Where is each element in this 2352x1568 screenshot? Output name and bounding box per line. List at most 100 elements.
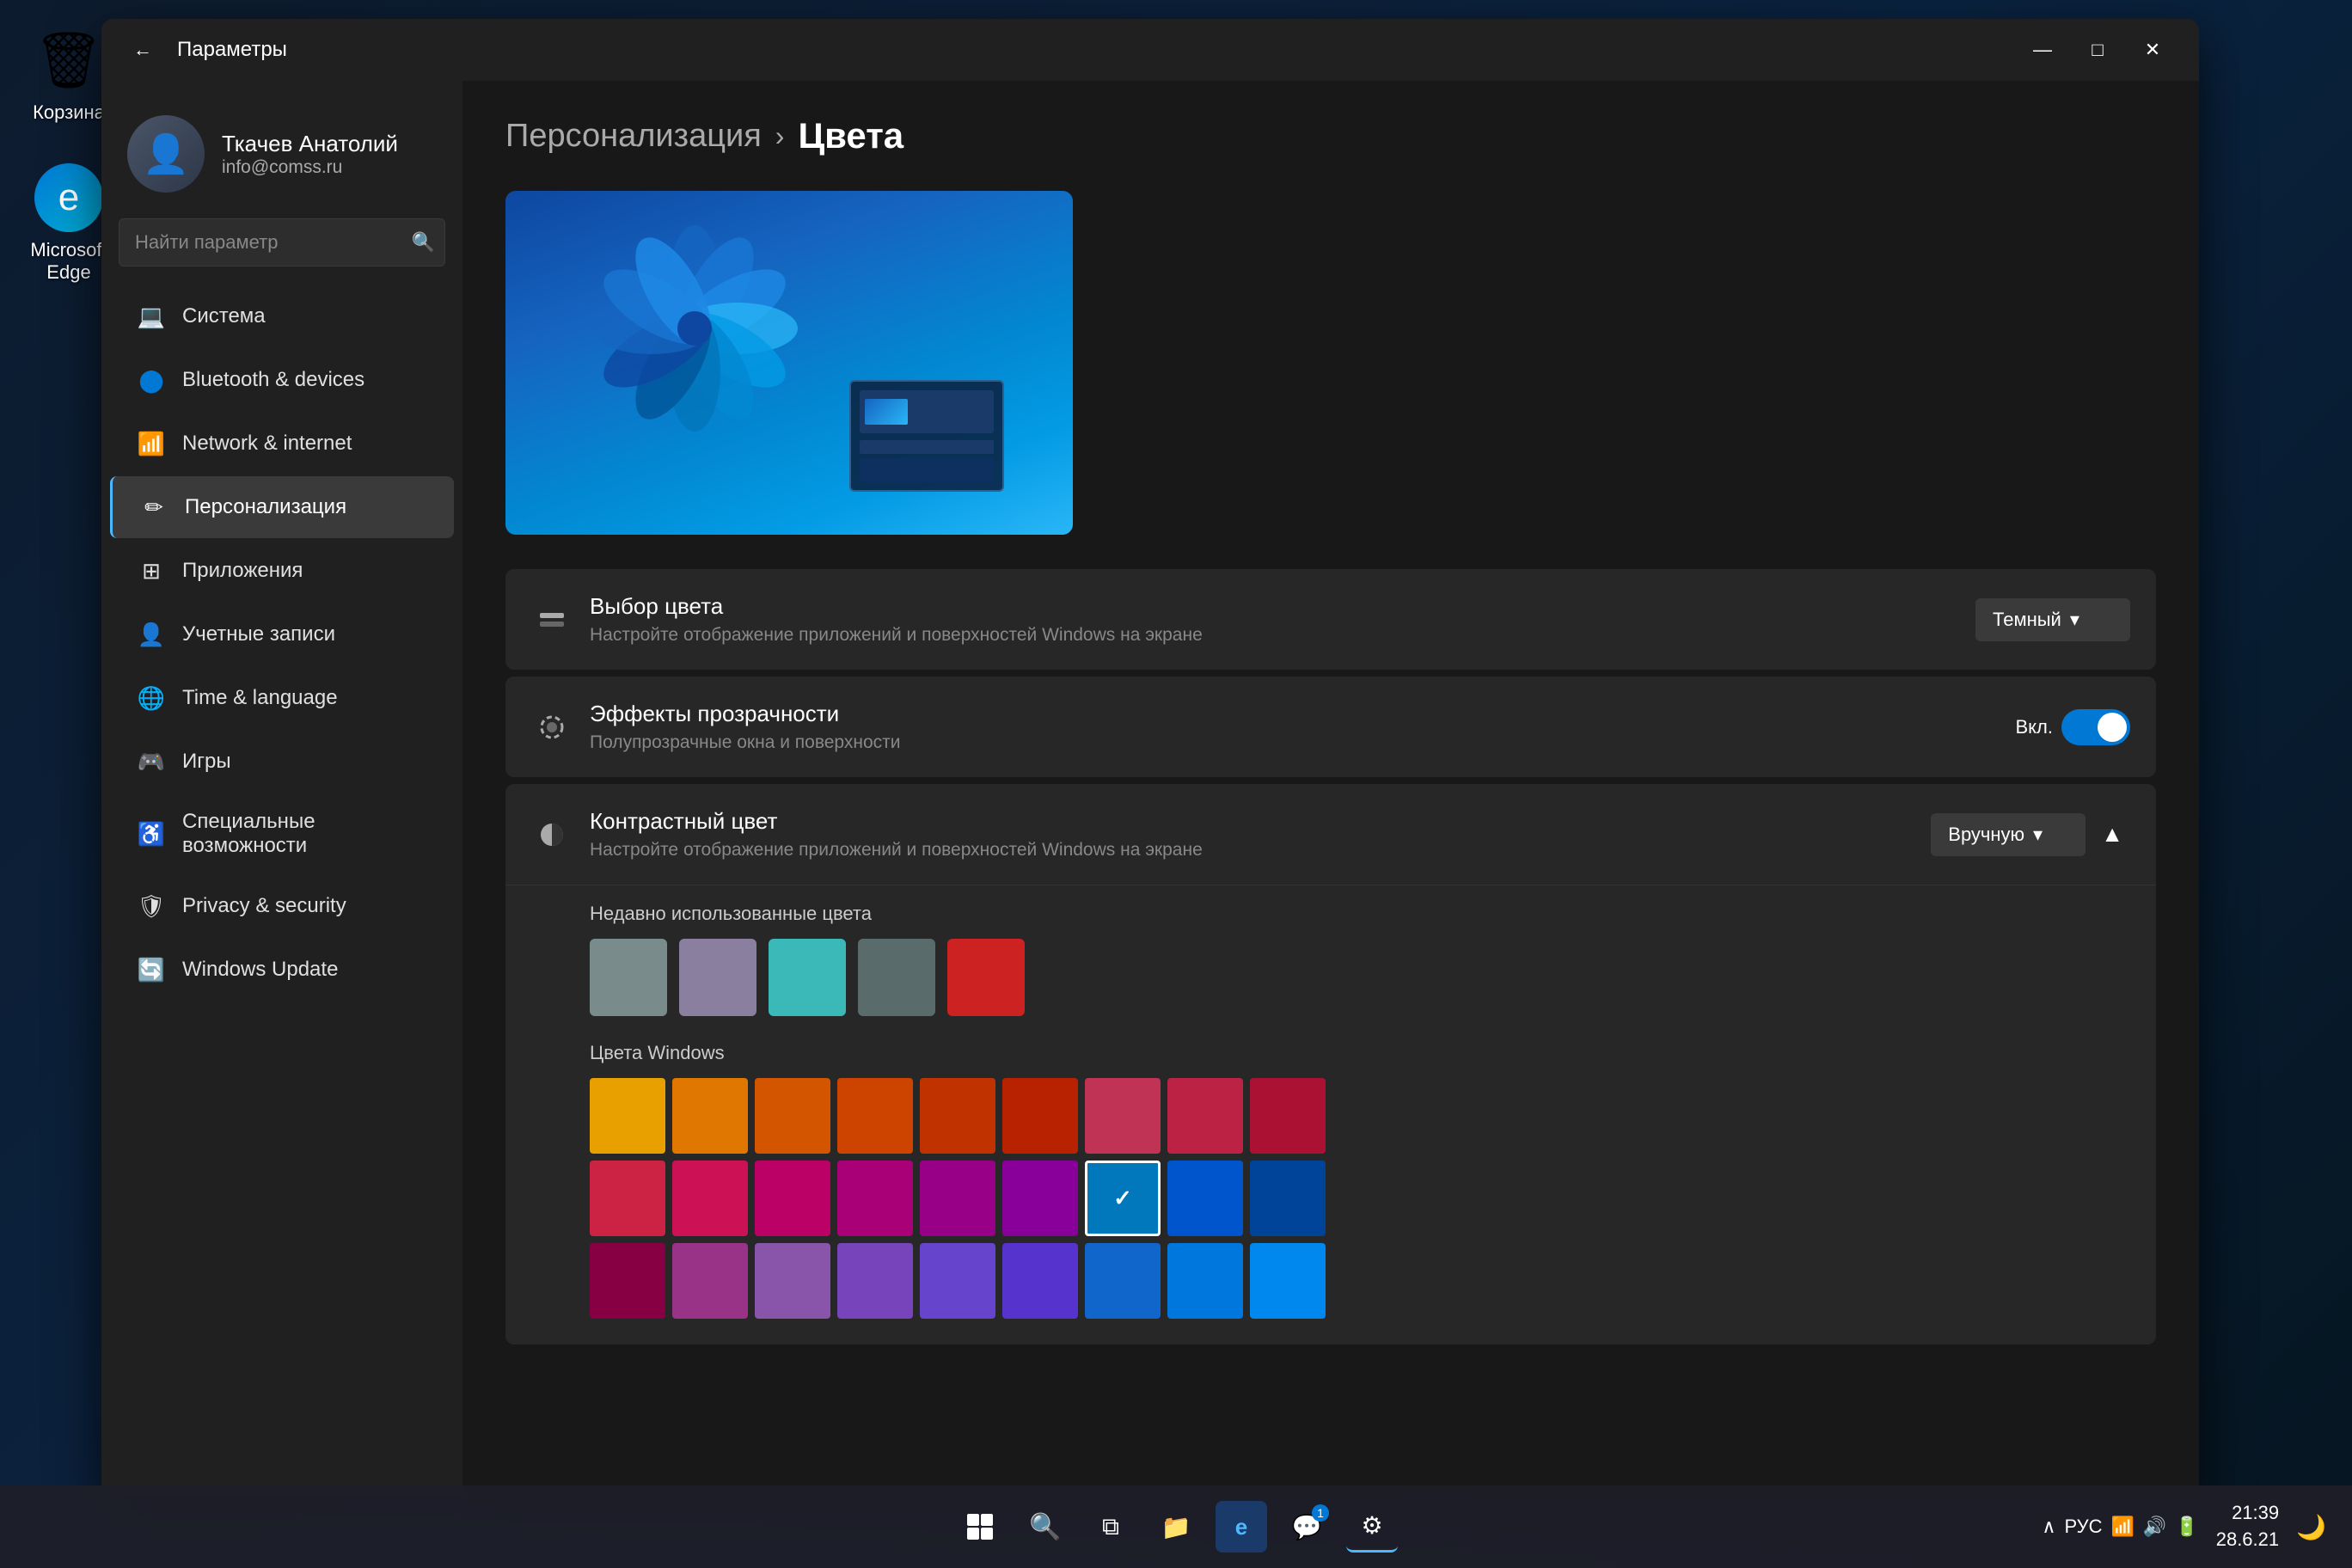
- edge-label: Microsoft Edge: [26, 239, 112, 284]
- sidebar-item-accounts[interactable]: 👤 Учетные записи: [110, 603, 454, 665]
- win-color-1-7[interactable]: [1167, 1161, 1243, 1236]
- colors-grid: [590, 1078, 2130, 1319]
- recent-colors-swatches: [590, 939, 2130, 1016]
- speaker-icon[interactable]: 🔊: [2143, 1516, 2166, 1538]
- win-color-1-3[interactable]: [837, 1161, 913, 1236]
- network-icon: 📶: [136, 428, 167, 459]
- taskbar-clock[interactable]: 21:39 28.6.21: [2216, 1500, 2279, 1553]
- sidebar-item-label-accessibility: Специальные возможности: [182, 810, 428, 858]
- breadcrumb-parent: Персонализация: [505, 118, 762, 155]
- sidebar-item-label-apps: Приложения: [182, 559, 303, 583]
- close-button[interactable]: ✕: [2127, 29, 2178, 70]
- win-color-1-6[interactable]: [1085, 1161, 1161, 1236]
- search-input[interactable]: [119, 218, 445, 266]
- win-color-2-6[interactable]: [1085, 1243, 1161, 1319]
- start-button[interactable]: [954, 1501, 1006, 1553]
- contrast-icon: [531, 814, 573, 855]
- sidebar-item-bluetooth[interactable]: ⬤ Bluetooth & devices: [110, 349, 454, 411]
- win-color-0-4[interactable]: [920, 1078, 995, 1154]
- setting-desc-color: Настройте отображение приложений и повер…: [590, 625, 1958, 646]
- sidebar-item-label-personalization: Персонализация: [185, 495, 346, 519]
- window-title: Параметры: [177, 38, 2017, 62]
- win-color-1-4[interactable]: [920, 1161, 995, 1236]
- user-profile[interactable]: 👤 Ткачев Анатолий info@comss.ru: [101, 98, 462, 218]
- wifi-icon[interactable]: 📶: [2111, 1516, 2135, 1538]
- breadcrumb-current: Цвета: [798, 115, 903, 156]
- sidebar-item-gaming[interactable]: 🎮 Игры: [110, 731, 454, 793]
- win-color-0-0[interactable]: [590, 1078, 665, 1154]
- setting-title-color: Выбор цвета: [590, 593, 1958, 620]
- recent-color-2[interactable]: [679, 939, 756, 1016]
- taskbar-taskview[interactable]: ⧉: [1085, 1501, 1136, 1553]
- nav-list: 💻 Система ⬤ Bluetooth & devices 📶 Networ…: [101, 284, 462, 1002]
- sidebar-item-apps[interactable]: ⊞ Приложения: [110, 540, 454, 602]
- taskbar-settings[interactable]: ⚙: [1346, 1501, 1398, 1553]
- recent-color-5[interactable]: [947, 939, 1025, 1016]
- win-color-2-7[interactable]: [1167, 1243, 1243, 1319]
- transparency-toggle[interactable]: [2061, 709, 2130, 745]
- notifications-icon[interactable]: 🌙: [2296, 1513, 2326, 1541]
- taskbar-chat[interactable]: 💬 1: [1281, 1501, 1332, 1553]
- win-color-0-3[interactable]: [837, 1078, 913, 1154]
- sidebar-item-label-gaming: Игры: [182, 750, 231, 774]
- battery-icon[interactable]: 🔋: [2175, 1516, 2198, 1538]
- sidebar-item-update[interactable]: 🔄 Windows Update: [110, 939, 454, 1001]
- win-color-2-5[interactable]: [1002, 1243, 1078, 1319]
- win-color-0-7[interactable]: [1167, 1078, 1243, 1154]
- contrast-expand-button[interactable]: ▲: [2094, 814, 2130, 854]
- recent-color-3[interactable]: [769, 939, 846, 1016]
- breadcrumb-arrow: ›: [775, 120, 785, 152]
- win-color-0-5[interactable]: [1002, 1078, 1078, 1154]
- sidebar-item-time[interactable]: 🌐 Time & language: [110, 667, 454, 729]
- color-choice-icon: [531, 599, 573, 640]
- personalization-icon: ✏: [138, 492, 169, 523]
- setting-title-contrast: Контрастный цвет: [590, 808, 1914, 835]
- maximize-button[interactable]: □: [2072, 29, 2123, 70]
- desktop: 🗑 Корзина e Microsoft Edge ← Параметры —…: [0, 0, 2352, 1568]
- sidebar-item-system[interactable]: 💻 Система: [110, 285, 454, 347]
- sidebar-item-privacy[interactable]: 🛡 Privacy & security: [110, 875, 454, 937]
- win-color-2-0[interactable]: [590, 1243, 665, 1319]
- transparency-icon: [531, 707, 573, 748]
- win-color-0-1[interactable]: [672, 1078, 748, 1154]
- win-color-0-2[interactable]: [755, 1078, 830, 1154]
- win-color-1-2[interactable]: [755, 1161, 830, 1236]
- win-color-2-2[interactable]: [755, 1243, 830, 1319]
- taskbar-explorer[interactable]: 📁: [1150, 1501, 1202, 1553]
- win-color-0-8[interactable]: [1250, 1078, 1326, 1154]
- sidebar-item-accessibility[interactable]: ♿ Специальные возможности: [110, 794, 454, 873]
- setting-text-color: Выбор цвета Настройте отображение прилож…: [590, 593, 1958, 646]
- windows-colors-label: Цвета Windows: [590, 1042, 2130, 1064]
- sidebar: 👤 Ткачев Анатолий info@comss.ru 🔍 💻 Сис: [101, 81, 462, 1498]
- setting-desc-transparency: Полупрозрачные окна и поверхности: [590, 732, 1999, 753]
- sidebar-search: 🔍: [119, 218, 445, 266]
- taskbar-search[interactable]: 🔍: [1020, 1501, 1071, 1553]
- win-color-2-1[interactable]: [672, 1243, 748, 1319]
- win-color-1-8[interactable]: [1250, 1161, 1326, 1236]
- win-color-1-0[interactable]: [590, 1161, 665, 1236]
- color-choice-dropdown[interactable]: Темный ▾: [1975, 598, 2130, 641]
- recycle-bin-icon: 🗑: [34, 26, 103, 95]
- sidebar-item-network[interactable]: 📶 Network & internet: [110, 413, 454, 475]
- back-button[interactable]: ←: [122, 29, 163, 70]
- contrast-dropdown[interactable]: Вручную ▾: [1931, 813, 2086, 856]
- sidebar-item-label-network: Network & internet: [182, 432, 352, 456]
- privacy-icon: 🛡: [136, 891, 167, 922]
- sidebar-item-personalization[interactable]: ✏ Персонализация: [110, 476, 454, 538]
- setting-color-choice: Выбор цвета Настройте отображение прилож…: [505, 569, 2156, 670]
- preview-container: [505, 191, 1073, 535]
- contrast-expanded: Недавно использованные цвета Цвета Windo…: [505, 885, 2156, 1344]
- clock-date: 28.6.21: [2216, 1527, 2279, 1553]
- win-color-2-3[interactable]: [837, 1243, 913, 1319]
- win-color-2-8[interactable]: [1250, 1243, 1326, 1319]
- win-color-1-5[interactable]: [1002, 1161, 1078, 1236]
- chevron-up-icon[interactable]: ∧: [2042, 1516, 2055, 1538]
- title-bar: ← Параметры — □ ✕: [101, 19, 2199, 81]
- recent-color-1[interactable]: [590, 939, 667, 1016]
- taskbar-edge[interactable]: e: [1216, 1501, 1267, 1553]
- win-color-1-1[interactable]: [672, 1161, 748, 1236]
- win-color-0-6[interactable]: [1085, 1078, 1161, 1154]
- minimize-button[interactable]: —: [2017, 29, 2068, 70]
- win-color-2-4[interactable]: [920, 1243, 995, 1319]
- recent-color-4[interactable]: [858, 939, 935, 1016]
